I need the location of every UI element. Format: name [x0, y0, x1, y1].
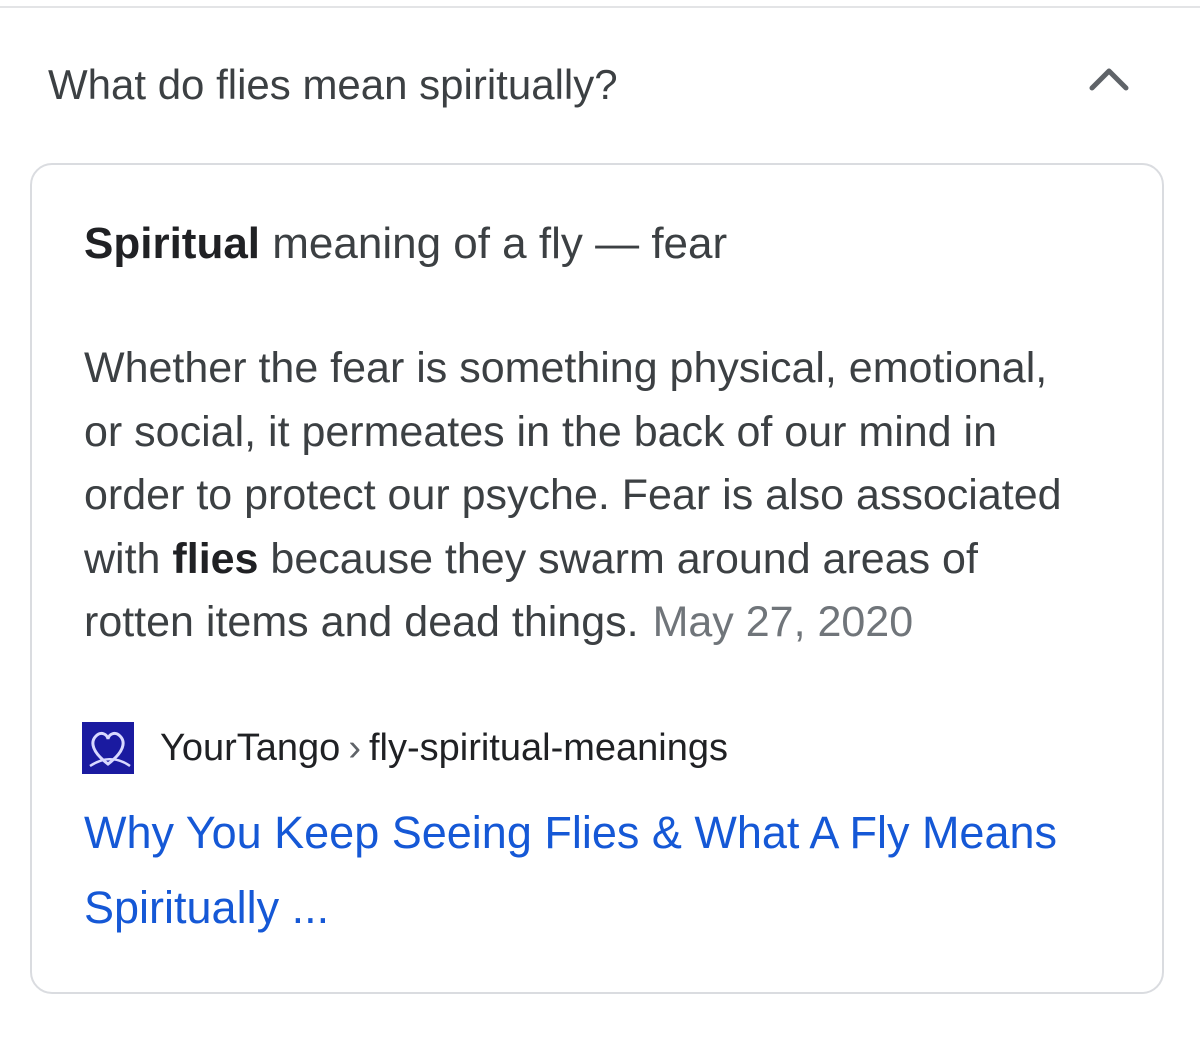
result-title-line[interactable]: Spiritually ...: [84, 870, 1084, 945]
snippet-text: with: [84, 534, 173, 583]
source-text[interactable]: YourTango › fly-spiritual-meanings: [160, 726, 728, 770]
chevron-up-icon[interactable]: [1082, 58, 1136, 98]
search-result-page: What do flies mean spiritually? Spiritua…: [0, 0, 1200, 1045]
snippet-line: with flies because they swarm around are…: [84, 528, 1124, 592]
answer-card: Spiritual meaning of a fly — fear Whethe…: [30, 163, 1164, 994]
answer-heading-rest: meaning of a fly — fear: [260, 219, 728, 268]
answer-snippet: Whether the fear is something physical, …: [84, 337, 1124, 655]
snippet-line: order to protect our psyche. Fear is als…: [84, 471, 1062, 519]
snippet-line: rotten items and dead things. May 27, 202…: [84, 591, 1124, 655]
answer-heading-bold: Spiritual: [84, 219, 261, 268]
snippet-line: or social, it permeates in the back of o…: [84, 407, 997, 456]
snippet-text: because they swarm around areas of: [258, 534, 978, 583]
top-divider: [0, 6, 1200, 8]
snippet-line: Whether the fear is something physical, …: [84, 344, 1048, 392]
breadcrumb-separator: ›: [348, 727, 361, 769]
snippet-bold-term: flies: [172, 534, 259, 583]
source-site: YourTango: [160, 727, 341, 769]
related-question-row[interactable]: What do flies mean spiritually?: [0, 40, 1200, 130]
snippet-text: rotten items and dead things.: [84, 598, 639, 646]
source-path: fly-spiritual-meanings: [368, 727, 728, 769]
snippet-date: May 27, 2020: [652, 598, 914, 646]
result-title-link[interactable]: Why You Keep Seeing Flies & What A Fly M…: [84, 795, 1084, 945]
answer-heading: Spiritual meaning of a fly — fear: [84, 217, 727, 271]
result-title-line[interactable]: Why You Keep Seeing Flies & What A Fly M…: [84, 795, 1084, 870]
question-text[interactable]: What do flies mean spiritually?: [48, 60, 618, 110]
yourtango-heart-icon: [82, 722, 134, 774]
